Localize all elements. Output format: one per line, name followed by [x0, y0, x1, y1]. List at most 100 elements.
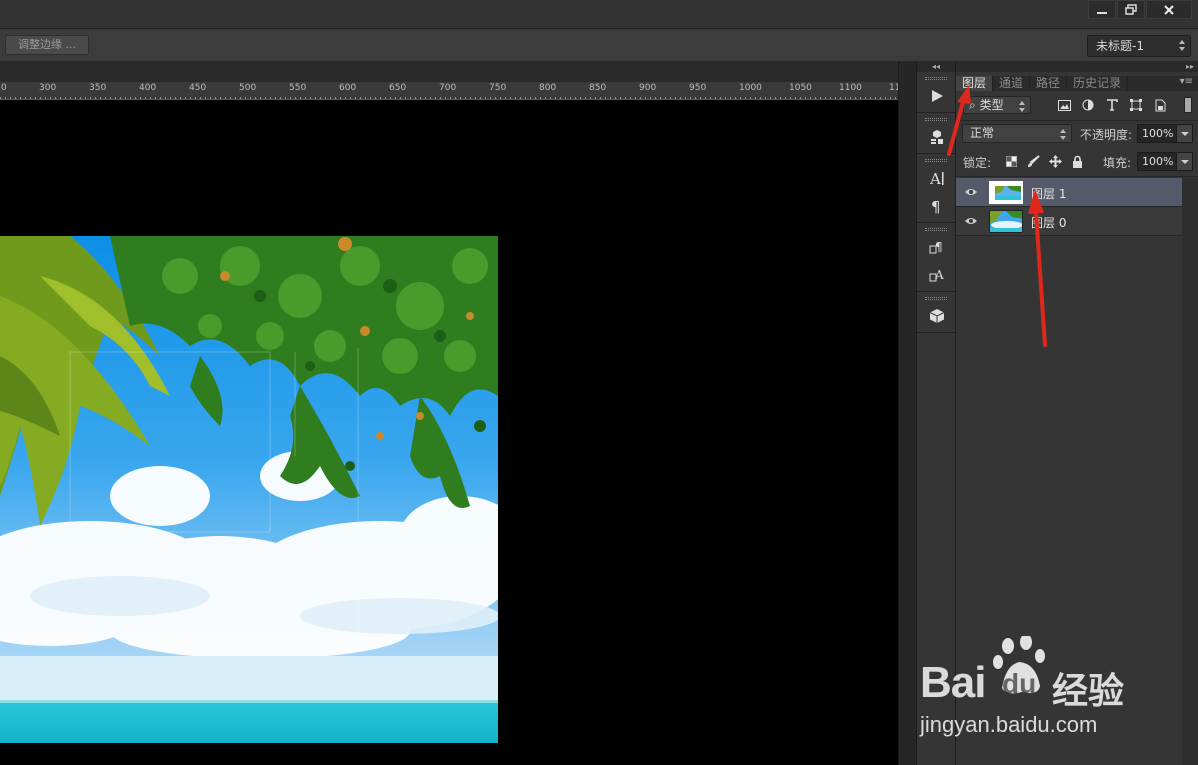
refine-edge-button[interactable]: 调整边缘 ... [5, 35, 89, 55]
filter-toggle-switch[interactable] [1184, 97, 1192, 113]
ruler-tick-label: 450 [189, 83, 207, 93]
lock-label: 锁定: [963, 156, 992, 170]
panel-tabs: 图层 通道 路径 历史记录 ▾≡ [956, 76, 1198, 91]
ruler-tick-label: 600 [339, 83, 357, 93]
visibility-eye-icon[interactable] [964, 215, 978, 227]
close-icon [1164, 4, 1174, 15]
layer-row[interactable]: 图层 1 [956, 178, 1182, 207]
title-bar [0, 0, 1198, 29]
ruler-tick-label: 800 [539, 83, 557, 93]
lock-image-brush-icon[interactable] [1022, 153, 1044, 169]
layer-filter-row: ⌕ 类型 [956, 96, 1198, 118]
dock-grip[interactable] [925, 297, 947, 300]
svg-text:¶: ¶ [931, 198, 941, 215]
paragraph-styles-icon[interactable]: ¶ [917, 233, 957, 261]
ruler-tick-label: 1100 [839, 83, 862, 93]
window-controls [1087, 0, 1192, 19]
dock-grip[interactable] [925, 118, 947, 121]
layer-thumbnail[interactable] [989, 181, 1023, 204]
3d-cube-icon[interactable] [917, 302, 957, 330]
visibility-eye-icon[interactable] [964, 186, 978, 198]
play-icon[interactable] [917, 82, 957, 110]
filter-kind-select[interactable]: ⌕ 类型 [963, 96, 1031, 114]
updown-icon [1019, 100, 1026, 113]
tab-history[interactable]: 历史记录 [1067, 76, 1129, 91]
chevron-down-icon[interactable] [1176, 153, 1192, 170]
search-icon: ⌕ [969, 98, 976, 112]
filter-icons [1052, 97, 1172, 113]
minimize-button[interactable] [1088, 0, 1116, 19]
type-filter-icon[interactable] [1100, 97, 1124, 113]
character-styles-icon[interactable]: A [917, 261, 957, 289]
updown-icon [1060, 128, 1067, 141]
ruler-tick-label: 900 [639, 83, 657, 93]
layer-name: 图层 0 [1031, 216, 1067, 230]
expand-panels-icon[interactable]: ▸▸ [956, 62, 1198, 72]
updown-icon [1179, 39, 1186, 52]
document-tab-strip [0, 62, 916, 82]
divider [956, 176, 1198, 177]
options-bar: 调整边缘 ... 未标题-1 [0, 29, 1198, 62]
opacity-value: 100% [1142, 127, 1174, 140]
fill-value: 100% [1142, 155, 1174, 168]
horizontal-ruler[interactable]: 0 300 350 400 450 500 550 600 650 700 750 800 850 900… [0, 82, 898, 100]
fill-label: 填充: [1103, 156, 1132, 170]
dock-grip[interactable] [925, 228, 947, 231]
beach-photo [0, 236, 498, 743]
lock-transparent-icon[interactable] [1000, 153, 1022, 169]
chevron-down-icon[interactable] [1176, 125, 1192, 142]
blend-row: 正常 不透明度: 100% [956, 124, 1198, 144]
lock-position-move-icon[interactable] [1044, 153, 1066, 169]
tab-paths[interactable]: 路径 [1030, 76, 1068, 91]
close-button[interactable] [1146, 0, 1192, 19]
layers-list: 图层 1 图层 0 [956, 178, 1198, 236]
restore-icon [1125, 4, 1137, 15]
ruler-tick-label: 350 [89, 83, 107, 93]
layer-thumbnail[interactable] [989, 210, 1023, 233]
opacity-label: 不透明度: [1080, 128, 1133, 142]
character-icon[interactable]: A [917, 164, 957, 192]
dock-grip[interactable] [925, 159, 947, 162]
pixel-filter-icon[interactable] [1052, 97, 1076, 113]
smart-object-filter-icon[interactable] [1148, 97, 1172, 113]
ruler-tick-label: 11 [889, 83, 898, 93]
paragraph-icon[interactable]: ¶ [917, 192, 957, 220]
adjustment-filter-icon[interactable] [1076, 97, 1100, 113]
ruler-tick-label: 1000 [739, 83, 762, 93]
layer-row[interactable]: 图层 0 [956, 207, 1182, 236]
blend-mode-label: 正常 [970, 126, 995, 140]
ruler-tick-label: 500 [239, 83, 257, 93]
layer-name: 图层 1 [1031, 187, 1067, 201]
canvas-area[interactable] [0, 100, 898, 765]
ruler-tick-label: 650 [389, 83, 407, 93]
svg-text:¶: ¶ [935, 240, 943, 254]
ruler-tick-label: 700 [439, 83, 457, 93]
shape-filter-icon[interactable] [1124, 97, 1148, 113]
ruler-tick-label: 0 [1, 83, 7, 93]
layers-scrollbar[interactable] [1182, 178, 1198, 765]
icon-dock: ◂◂ A ¶ ¶ A [916, 62, 956, 765]
collapse-dock-icon[interactable]: ◂◂ [917, 62, 955, 72]
fill-field[interactable]: 100% [1137, 152, 1193, 171]
restore-button[interactable] [1117, 0, 1145, 19]
filter-kind-label: 类型 [979, 98, 1004, 112]
dock-grip[interactable] [925, 77, 947, 80]
blend-mode-select[interactable]: 正常 [962, 124, 1072, 143]
svg-text:A: A [934, 268, 944, 282]
tab-channels[interactable]: 通道 [993, 76, 1031, 91]
lock-icons [1000, 153, 1088, 169]
divider [956, 120, 1198, 121]
lock-all-icon[interactable] [1066, 153, 1088, 169]
tab-layers[interactable]: 图层 [956, 76, 994, 91]
ruler-tick-label: 300 [39, 83, 57, 93]
document-select-label: 未标题-1 [1096, 39, 1144, 53]
3d-layers-icon[interactable] [917, 123, 957, 151]
vertical-scrollbar[interactable] [898, 62, 916, 765]
minimize-icon [1097, 11, 1107, 14]
panel-menu-icon[interactable]: ▾≡ [1180, 76, 1193, 87]
ruler-tick-label: 950 [689, 83, 707, 93]
layers-panel: ▸▸ 图层 通道 路径 历史记录 ▾≡ ⌕ 类型 正常 不透明度: 100% 锁… [956, 62, 1198, 765]
document-select[interactable]: 未标题-1 [1087, 35, 1191, 57]
opacity-field[interactable]: 100% [1137, 124, 1193, 143]
ruler-tick-label: 750 [489, 83, 507, 93]
